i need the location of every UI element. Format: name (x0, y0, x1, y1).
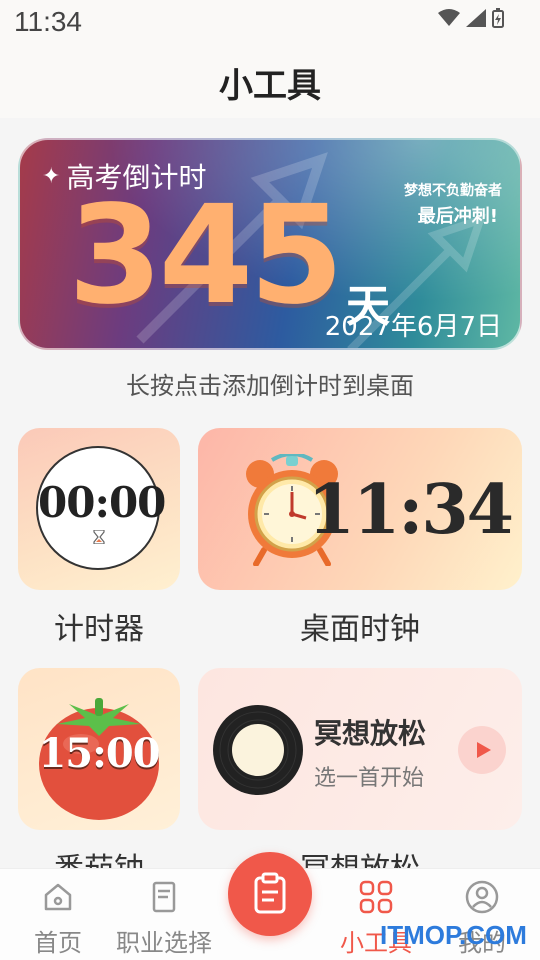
vinyl-record-icon (213, 705, 303, 795)
play-icon (477, 742, 491, 758)
hourglass-icon (93, 530, 105, 544)
clipboard-fab-button[interactable] (228, 852, 312, 936)
page-title: 小工具 (219, 66, 321, 106)
watermark: ITMOP.COM (380, 920, 527, 950)
status-time: 11:34 (14, 6, 82, 37)
clock-display: 11:34 (307, 470, 514, 550)
wifi-icon (438, 9, 460, 26)
play-button[interactable] (458, 726, 506, 774)
status-bar: 11:34 (0, 0, 540, 46)
slogan-line2: 最后冲刺! (417, 206, 498, 227)
banner-hint: 长按点击添加倒计时到桌面 (126, 372, 414, 400)
slogan-line1: 梦想不负勤奋者 (404, 183, 502, 199)
exam-date: 2027年6月7日 (324, 312, 502, 342)
grid-icon (359, 880, 393, 914)
meditation-title: 冥想放松 (314, 717, 427, 750)
meditation-card[interactable]: 冥想放松 选一首开始 (198, 668, 522, 830)
pomodoro-display: 15:00 (38, 730, 160, 777)
user-icon (465, 880, 499, 914)
clipboard-icon (254, 872, 286, 914)
nav-item-home[interactable]: 首页 (4, 879, 112, 958)
header: 小工具 (0, 46, 540, 118)
timer-label: 计时器 (54, 612, 144, 647)
exam-countdown-banner[interactable]: ✦ 高考倒计时 345 天 2027年6月7日 梦想不负勤奋者 最后冲刺! (18, 138, 522, 350)
desktop-clock-card[interactable]: 11:34 (198, 428, 522, 590)
timer-card[interactable]: 00:00 (18, 428, 180, 590)
clock-label: 桌面时钟 (300, 612, 420, 647)
status-icons (438, 8, 504, 28)
nav-label-home: 首页 (34, 929, 82, 957)
countdown-days: 345 (68, 177, 344, 335)
battery-icon (492, 8, 504, 28)
stopwatch-icon: 00:00 (36, 446, 166, 570)
nav-item-career[interactable]: 职业选择 (110, 879, 218, 958)
pomodoro-card[interactable]: 15:00 (18, 668, 180, 830)
meditation-subtitle: 选一首开始 (314, 766, 425, 791)
home-icon (44, 883, 72, 911)
nav-label-career: 职业选择 (116, 929, 212, 957)
document-icon (152, 881, 176, 913)
timer-display: 00:00 (38, 478, 166, 527)
sparkle-icon: ✦ (42, 163, 61, 189)
signal-icon (466, 9, 486, 27)
